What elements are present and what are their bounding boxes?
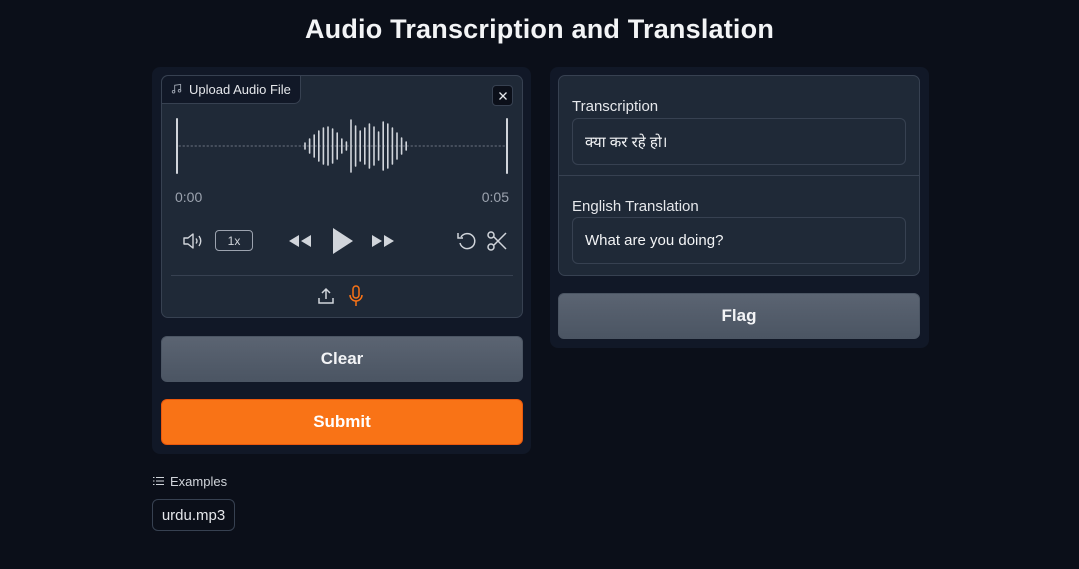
transcription-field[interactable]: क्या कर रहे हो। xyxy=(572,118,906,165)
close-icon[interactable] xyxy=(492,85,513,106)
scissors-icon[interactable] xyxy=(485,226,509,256)
transcription-label: Transcription xyxy=(572,98,659,115)
audio-waveform[interactable] xyxy=(175,116,509,176)
undo-icon[interactable] xyxy=(455,226,479,256)
input-panel: Upload Audio File 0:00 0:05 1x Clear Sub… xyxy=(152,67,531,454)
fast-forward-icon[interactable] xyxy=(369,226,397,256)
translation-label: English Translation xyxy=(572,198,699,215)
clear-button[interactable]: Clear xyxy=(161,336,523,382)
audio-input-label: Upload Audio File xyxy=(162,76,301,104)
examples-label-text: Examples xyxy=(170,473,228,489)
output-panel: Transcription क्या कर रहे हो। English Tr… xyxy=(550,67,929,348)
list-icon xyxy=(153,474,164,489)
outputs-divider xyxy=(559,175,919,176)
audio-controls: 1x xyxy=(162,226,524,256)
audio-input: Upload Audio File 0:00 0:05 1x xyxy=(161,75,523,318)
playback-speed-button[interactable]: 1x xyxy=(215,230,253,251)
flag-button[interactable]: Flag xyxy=(558,293,920,339)
time-start: 0:00 xyxy=(175,189,203,205)
submit-button[interactable]: Submit xyxy=(161,399,523,445)
audio-input-label-text: Upload Audio File xyxy=(189,82,291,97)
music-note-icon xyxy=(171,83,182,97)
time-end: 0:05 xyxy=(481,189,509,205)
translation-field[interactable]: What are you doing? xyxy=(572,217,906,264)
examples-label: Examples xyxy=(153,473,227,489)
app-page: Audio Transcription and Translation Uplo… xyxy=(0,0,1079,569)
example-item[interactable]: urdu.mp3 xyxy=(152,499,235,531)
upload-icon[interactable] xyxy=(316,284,336,308)
microphone-icon[interactable] xyxy=(346,284,366,308)
volume-icon[interactable] xyxy=(180,226,206,256)
play-icon[interactable] xyxy=(328,226,356,256)
audio-source-selector xyxy=(162,284,524,308)
page-title: Audio Transcription and Translation xyxy=(304,14,775,44)
outputs-block: Transcription क्या कर रहे हो। English Tr… xyxy=(558,75,920,276)
rewind-icon[interactable] xyxy=(286,226,314,256)
audio-controls-divider xyxy=(171,275,513,276)
